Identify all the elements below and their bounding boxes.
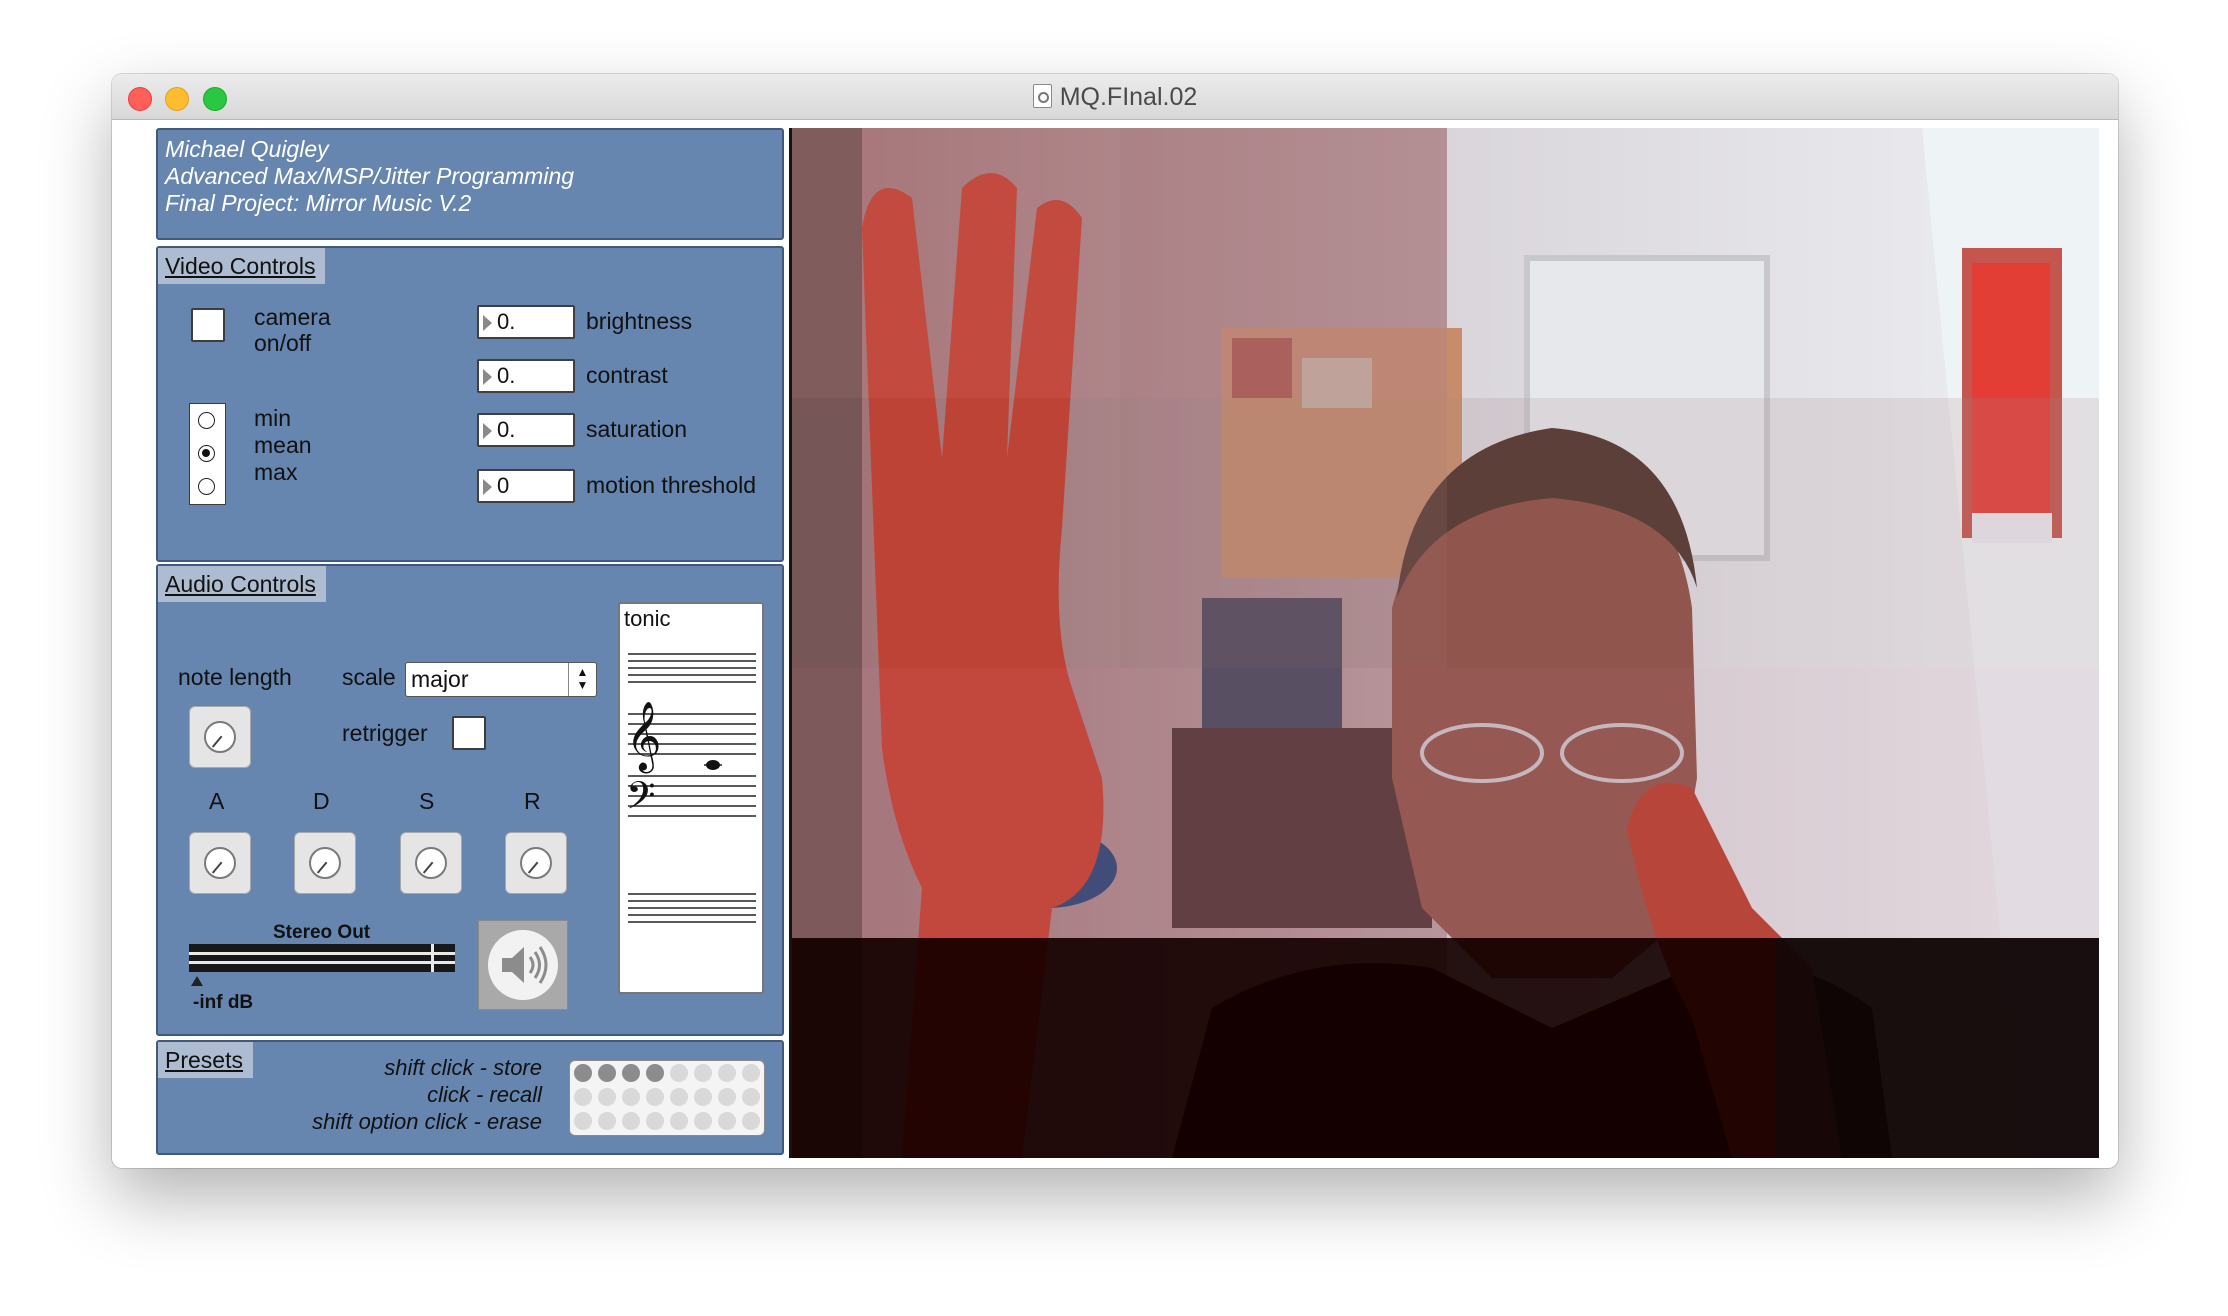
release-label: R [524,788,541,814]
decay-dial[interactable] [294,832,356,894]
video-display [789,128,2099,1158]
preset-slot[interactable] [742,1112,760,1130]
saturation-label: saturation [586,416,688,442]
preset-slot[interactable] [574,1112,592,1130]
preset-grid[interactable] [569,1060,765,1136]
credits-panel: Michael Quigley Advanced Max/MSP/Jitter … [156,128,784,240]
mode-radiogroup[interactable] [189,403,226,505]
preset-slot[interactable] [574,1088,592,1106]
preset-slot[interactable] [718,1064,736,1082]
svg-text:𝄞: 𝄞 [626,701,661,773]
preset-slot[interactable] [598,1064,616,1082]
retrigger-label: retrigger [342,720,428,746]
preset-slot[interactable] [598,1112,616,1130]
presets-panel: Presets shift click - store click - reca… [156,1040,784,1155]
scale-menu-value: major [411,666,469,692]
credits-project: Final Project: Mirror Music V.2 [165,190,472,216]
output-level-meter [189,944,455,972]
app-window: MQ.FInal.02 Michael Quigley Advanced Max… [112,74,2118,1168]
presets-title: Presets [158,1042,253,1078]
preset-slot[interactable] [598,1088,616,1106]
saturation-number[interactable]: 0. [477,413,575,447]
preset-hints: shift click - store click - recall shift… [312,1054,542,1135]
decay-label: D [313,788,330,814]
preset-slot[interactable] [574,1064,592,1082]
preset-hint-recall: click - recall [427,1082,542,1107]
preset-slot[interactable] [718,1088,736,1106]
credits-author: Michael Quigley [165,136,329,162]
tonic-staff[interactable]: tonic 𝄞 𝄢 [618,602,764,994]
menu-arrows-icon: ▲ ▼ [568,663,596,696]
staff-notation: 𝄞 𝄢 [626,653,756,923]
scale-menu[interactable]: major ▲ ▼ [405,662,597,697]
preset-slot[interactable] [694,1088,712,1106]
audio-controls-panel: Audio Controls note length scale major ▲… [156,564,784,1036]
credits-text: Michael Quigley Advanced Max/MSP/Jitter … [165,136,574,217]
window-title-wrap: MQ.FInal.02 [112,83,2118,112]
speaker-icon [488,930,558,1000]
radio-max[interactable] [198,478,215,495]
attack-label: A [209,788,225,814]
camera-label: camera [254,304,331,330]
credits-course: Advanced Max/MSP/Jitter Programming [165,163,575,189]
mirror-video-frame [792,128,2099,1158]
mode-label-mean: mean [254,432,312,458]
camera-label-onoff: on/off [254,330,312,356]
audio-controls-title: Audio Controls [158,566,326,602]
motion-threshold-value: 0 [497,473,510,498]
release-dial[interactable] [505,832,567,894]
contrast-value: 0. [497,363,516,388]
preset-slot[interactable] [694,1064,712,1082]
audio-on-off-button[interactable] [478,920,568,1010]
radio-min[interactable] [198,412,215,429]
preset-slot[interactable] [742,1064,760,1082]
preset-slot[interactable] [622,1064,640,1082]
contrast-label: contrast [586,362,668,388]
contrast-number[interactable]: 0. [477,359,575,393]
preset-slot[interactable] [622,1112,640,1130]
brightness-value: 0. [497,309,516,334]
preset-slot[interactable] [670,1064,688,1082]
radio-mean[interactable] [198,445,215,462]
preset-slot[interactable] [718,1112,736,1130]
saturation-value: 0. [497,417,516,442]
output-level-readout: -inf dB [193,992,254,1013]
title-bar: MQ.FInal.02 [112,74,2118,120]
note-length-dial[interactable] [189,706,251,768]
sustain-label: S [419,788,435,814]
document-icon [1032,84,1052,108]
motion-threshold-number[interactable]: 0 [477,469,575,503]
scale-label: scale [342,664,396,690]
preset-slot[interactable] [646,1112,664,1130]
svg-text:𝄢: 𝄢 [626,773,656,827]
camera-toggle[interactable] [191,308,225,342]
preset-slot[interactable] [670,1088,688,1106]
sustain-dial[interactable] [400,832,462,894]
preset-slot[interactable] [646,1064,664,1082]
video-controls-panel: Video Controls camera on/off min mean ma… [156,246,784,562]
video-controls-title: Video Controls [158,248,326,284]
brightness-label: brightness [586,308,693,334]
preset-slot[interactable] [670,1112,688,1130]
retrigger-toggle[interactable] [452,716,486,750]
tonic-note [706,760,720,770]
preset-slot[interactable] [646,1088,664,1106]
preset-slot[interactable] [622,1088,640,1106]
mode-label-max: max [254,459,298,485]
stereo-out-label: Stereo Out [273,922,371,943]
attack-dial[interactable] [189,832,251,894]
preset-slot[interactable] [742,1088,760,1106]
window-title: MQ.FInal.02 [1059,83,1198,111]
motion-threshold-label: motion threshold [586,472,757,498]
mode-label-min: min [254,405,292,431]
preset-hint-store: shift click - store [384,1055,542,1080]
gain-slider-icon[interactable] [191,976,203,986]
preset-slot[interactable] [694,1112,712,1130]
preset-hint-erase: shift option click - erase [312,1109,542,1134]
note-length-label: note length [178,664,292,690]
brightness-number[interactable]: 0. [477,305,575,339]
